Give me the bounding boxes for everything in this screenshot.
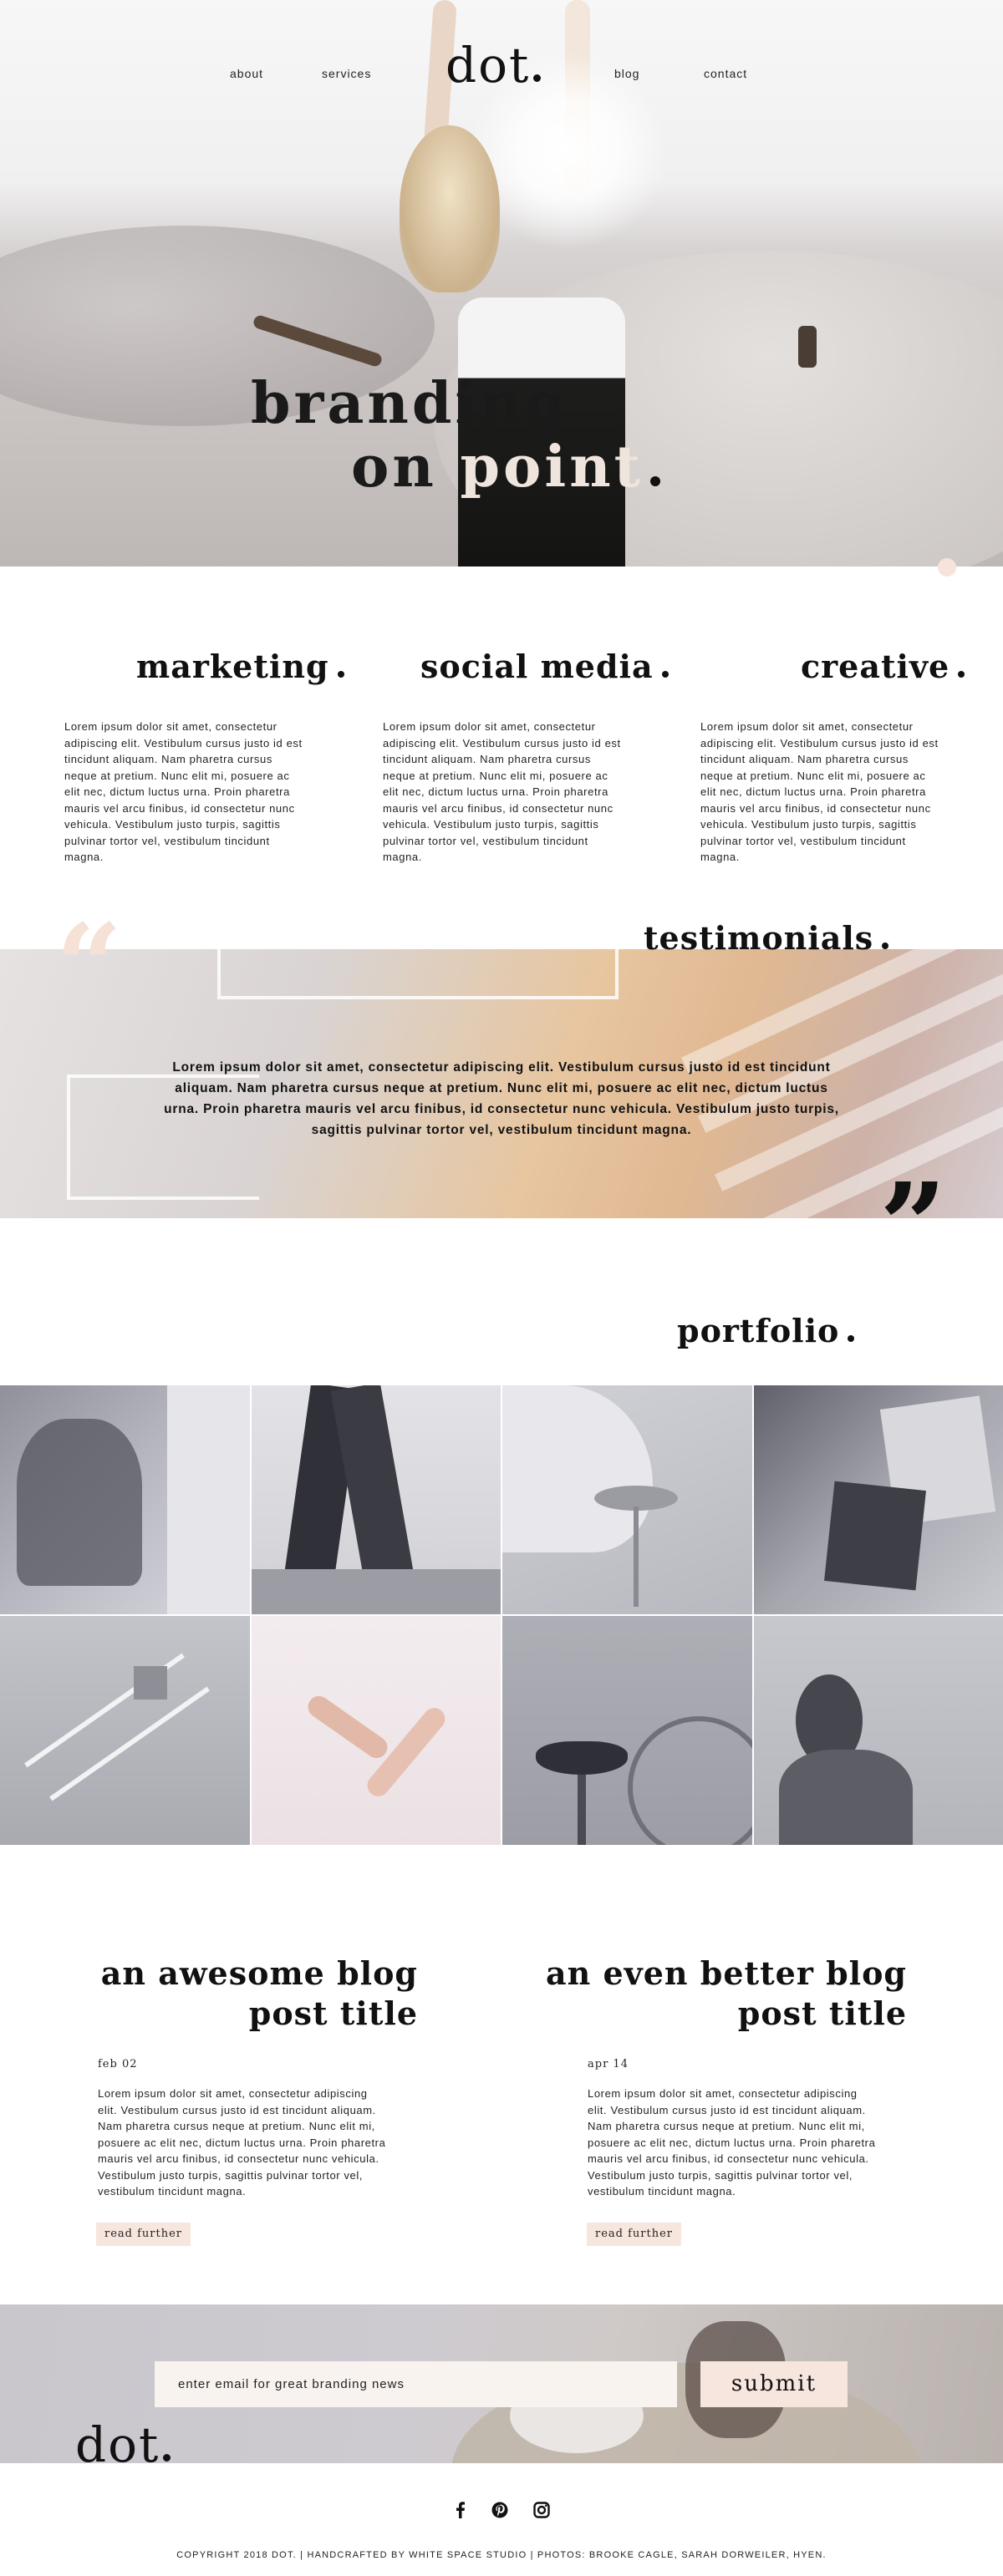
service-title-marketing: marketing	[136, 648, 344, 685]
title-dot	[337, 671, 344, 678]
blog-post-1-body: Lorem ipsum dolor sit amet, consectetur …	[98, 2087, 386, 2197]
stair-railing	[217, 949, 619, 999]
logo-dot	[533, 74, 542, 82]
portfolio-image-bicycle[interactable]	[502, 1616, 752, 1845]
hero-title-dot	[650, 476, 661, 486]
portfolio-image-woman-reading[interactable]	[0, 1385, 250, 1614]
quote-close-icon: ”	[879, 1158, 947, 1295]
hero-title: branding on point	[251, 370, 661, 500]
hero-title-on: on	[351, 434, 461, 500]
logo-text: dot	[445, 37, 531, 94]
portfolio-image-woman-portrait[interactable]	[753, 1616, 1003, 1845]
blog-post-2-title[interactable]: an even better blog post title	[489, 1954, 907, 2034]
hero-figure-hair	[400, 125, 500, 292]
service-title-text: marketing	[136, 648, 329, 685]
title-dot	[848, 1335, 855, 1342]
facebook-icon[interactable]	[451, 2501, 470, 2519]
testimonial-text: Lorem ipsum dolor sit amet, consectetur …	[164, 1060, 839, 1137]
nav-link-services[interactable]: services	[322, 67, 371, 80]
testimonials-title: testimonials	[644, 919, 889, 957]
portfolio-image-hands[interactable]	[251, 1616, 501, 1845]
quote-open-icon: “	[55, 899, 123, 1036]
portfolio-grid	[0, 1385, 1003, 1845]
portfolio-image-staircase[interactable]	[0, 1616, 250, 1845]
service-title-social-media: social media	[420, 648, 669, 685]
nav-link-blog[interactable]: blog	[614, 67, 639, 80]
service-body-social-media: Lorem ipsum dolor sit amet, consectetur …	[383, 720, 621, 863]
title-dot	[882, 943, 889, 949]
testimonials-title-text: testimonials	[644, 919, 874, 957]
service-body-creative: Lorem ipsum dolor sit amet, consectetur …	[700, 720, 939, 863]
nav-link-contact[interactable]: contact	[704, 67, 747, 80]
blog-post-2-body: Lorem ipsum dolor sit amet, consectetur …	[588, 2087, 876, 2197]
instagram-icon[interactable]	[532, 2501, 551, 2519]
service-title-creative: creative	[801, 648, 965, 685]
read-further-button[interactable]: read further	[587, 2223, 681, 2246]
decorative-circle	[938, 558, 956, 577]
service-body-marketing: Lorem ipsum dolor sit amet, consectetur …	[64, 720, 303, 863]
main-nav: about services dot blog contact	[0, 37, 1003, 94]
hero-title-line1: branding	[251, 370, 568, 437]
pinterest-icon[interactable]	[491, 2501, 509, 2519]
blog-post-2-date: apr 14	[588, 2058, 629, 2070]
portfolio-title-text: portfolio	[677, 1312, 840, 1349]
hero-title-line2: on point	[251, 434, 661, 500]
title-dot	[661, 671, 669, 678]
blog-post-1-title[interactable]: an awesome blog post title	[0, 1954, 418, 2034]
logo-dot	[163, 2454, 171, 2462]
portfolio-image-side-table[interactable]	[502, 1385, 752, 1614]
service-title-text: creative	[801, 648, 950, 685]
blog-post-title-line: post title	[737, 1994, 907, 2032]
submit-button[interactable]: submit	[700, 2361, 848, 2407]
service-title-text: social media	[420, 648, 654, 685]
portfolio-image-magazines[interactable]	[753, 1385, 1003, 1614]
footer-logo-text: dot	[75, 2416, 160, 2473]
blog-post-title-line: an awesome blog	[100, 1954, 418, 1992]
email-field[interactable]	[155, 2361, 677, 2407]
title-dot	[958, 671, 965, 678]
blog-post-title-line: post title	[248, 1994, 418, 2032]
blog-post-title-line: an even better blog	[546, 1954, 907, 1992]
portfolio-title: portfolio	[677, 1312, 855, 1349]
hero-title-point: point	[460, 434, 644, 500]
site-logo[interactable]: dot	[445, 37, 542, 94]
portfolio-image-legs-boots[interactable]	[251, 1385, 501, 1614]
hero-driftwood	[798, 326, 817, 368]
footer-logo[interactable]: dot	[75, 2416, 171, 2473]
nav-link-about[interactable]: about	[230, 67, 263, 80]
read-further-button[interactable]: read further	[96, 2223, 191, 2246]
blog-post-1-date: feb 02	[98, 2058, 138, 2070]
copyright-text: COPYRIGHT 2018 DOT. | HANDCRAFTED BY WHI…	[176, 2550, 827, 2560]
